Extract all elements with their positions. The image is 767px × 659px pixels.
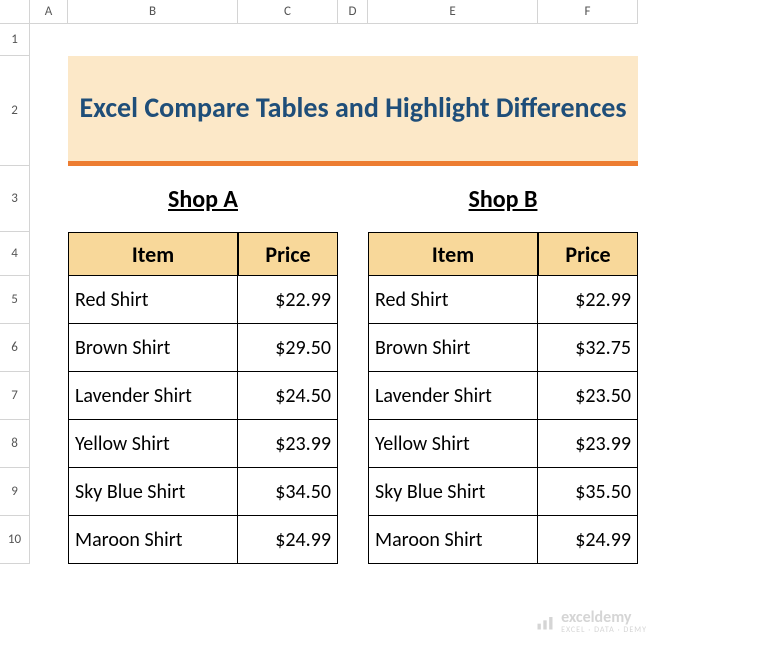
row-header-5[interactable]: 5: [0, 276, 30, 324]
col-header-c[interactable]: C: [238, 0, 338, 24]
shopa-item-4[interactable]: Sky Blue Shirt: [68, 468, 238, 516]
watermark-text: exceldemy EXCEL · DATA · DEMY: [561, 610, 647, 634]
col-header-d[interactable]: D: [338, 0, 368, 24]
shopb-item-header[interactable]: Item: [368, 232, 538, 276]
col-header-b[interactable]: B: [68, 0, 238, 24]
row-header-9[interactable]: 9: [0, 468, 30, 516]
shopb-price-4[interactable]: $35.50: [538, 468, 638, 516]
spreadsheet-grid: A B C D E F 1 2 Excel Compare Tables and…: [0, 0, 767, 564]
shop-a-header[interactable]: Shop A: [68, 166, 338, 232]
shopb-item-1[interactable]: Brown Shirt: [368, 324, 538, 372]
shopa-item-0[interactable]: Red Shirt: [68, 276, 238, 324]
corner-cell[interactable]: [0, 0, 30, 24]
shopa-price-2[interactable]: $24.50: [238, 372, 338, 420]
cell-row1[interactable]: [30, 24, 638, 56]
shopb-price-header[interactable]: Price: [538, 232, 638, 276]
row-header-8[interactable]: 8: [0, 420, 30, 468]
cell-a2[interactable]: [30, 56, 68, 166]
shop-b-header[interactable]: Shop B: [368, 166, 638, 232]
cell-a10[interactable]: [30, 516, 68, 564]
shopa-item-3[interactable]: Yellow Shirt: [68, 420, 238, 468]
cell-d10[interactable]: [338, 516, 368, 564]
col-header-e[interactable]: E: [368, 0, 538, 24]
title-banner[interactable]: Excel Compare Tables and Highlight Diffe…: [68, 56, 638, 166]
shopb-price-3[interactable]: $23.99: [538, 420, 638, 468]
cell-a3[interactable]: [30, 166, 68, 232]
row-header-3[interactable]: 3: [0, 166, 30, 232]
watermark-sub: EXCEL · DATA · DEMY: [561, 626, 647, 634]
shopa-price-1[interactable]: $29.50: [238, 324, 338, 372]
cell-d9[interactable]: [338, 468, 368, 516]
shopa-price-3[interactable]: $23.99: [238, 420, 338, 468]
cell-d6[interactable]: [338, 324, 368, 372]
chart-icon: [535, 612, 555, 632]
col-header-a[interactable]: A: [30, 0, 68, 24]
shopb-price-0[interactable]: $22.99: [538, 276, 638, 324]
cell-a9[interactable]: [30, 468, 68, 516]
row-header-10[interactable]: 10: [0, 516, 30, 564]
shopb-price-1[interactable]: $32.75: [538, 324, 638, 372]
shopa-price-header[interactable]: Price: [238, 232, 338, 276]
cell-a8[interactable]: [30, 420, 68, 468]
shopa-item-5[interactable]: Maroon Shirt: [68, 516, 238, 564]
shopb-item-5[interactable]: Maroon Shirt: [368, 516, 538, 564]
shopb-price-5[interactable]: $24.99: [538, 516, 638, 564]
shopa-price-0[interactable]: $22.99: [238, 276, 338, 324]
row-header-2[interactable]: 2: [0, 56, 30, 166]
cell-a6[interactable]: [30, 324, 68, 372]
row-header-6[interactable]: 6: [0, 324, 30, 372]
cell-a7[interactable]: [30, 372, 68, 420]
shopb-item-0[interactable]: Red Shirt: [368, 276, 538, 324]
shopa-price-5[interactable]: $24.99: [238, 516, 338, 564]
cell-a4[interactable]: [30, 232, 68, 276]
shopb-item-3[interactable]: Yellow Shirt: [368, 420, 538, 468]
shopa-item-header[interactable]: Item: [68, 232, 238, 276]
shopa-item-1[interactable]: Brown Shirt: [68, 324, 238, 372]
watermark-main: exceldemy: [561, 610, 647, 626]
cell-d7[interactable]: [338, 372, 368, 420]
row-header-7[interactable]: 7: [0, 372, 30, 420]
shopb-price-2[interactable]: $23.50: [538, 372, 638, 420]
cell-d3[interactable]: [338, 166, 368, 232]
row-header-1[interactable]: 1: [0, 24, 30, 56]
cell-d5[interactable]: [338, 276, 368, 324]
watermark: exceldemy EXCEL · DATA · DEMY: [535, 610, 647, 634]
cell-d8[interactable]: [338, 420, 368, 468]
shopa-price-4[interactable]: $34.50: [238, 468, 338, 516]
cell-d4[interactable]: [338, 232, 368, 276]
row-header-4[interactable]: 4: [0, 232, 30, 276]
shopa-item-2[interactable]: Lavender Shirt: [68, 372, 238, 420]
col-header-f[interactable]: F: [538, 0, 638, 24]
shopb-item-2[interactable]: Lavender Shirt: [368, 372, 538, 420]
shopb-item-4[interactable]: Sky Blue Shirt: [368, 468, 538, 516]
cell-a5[interactable]: [30, 276, 68, 324]
